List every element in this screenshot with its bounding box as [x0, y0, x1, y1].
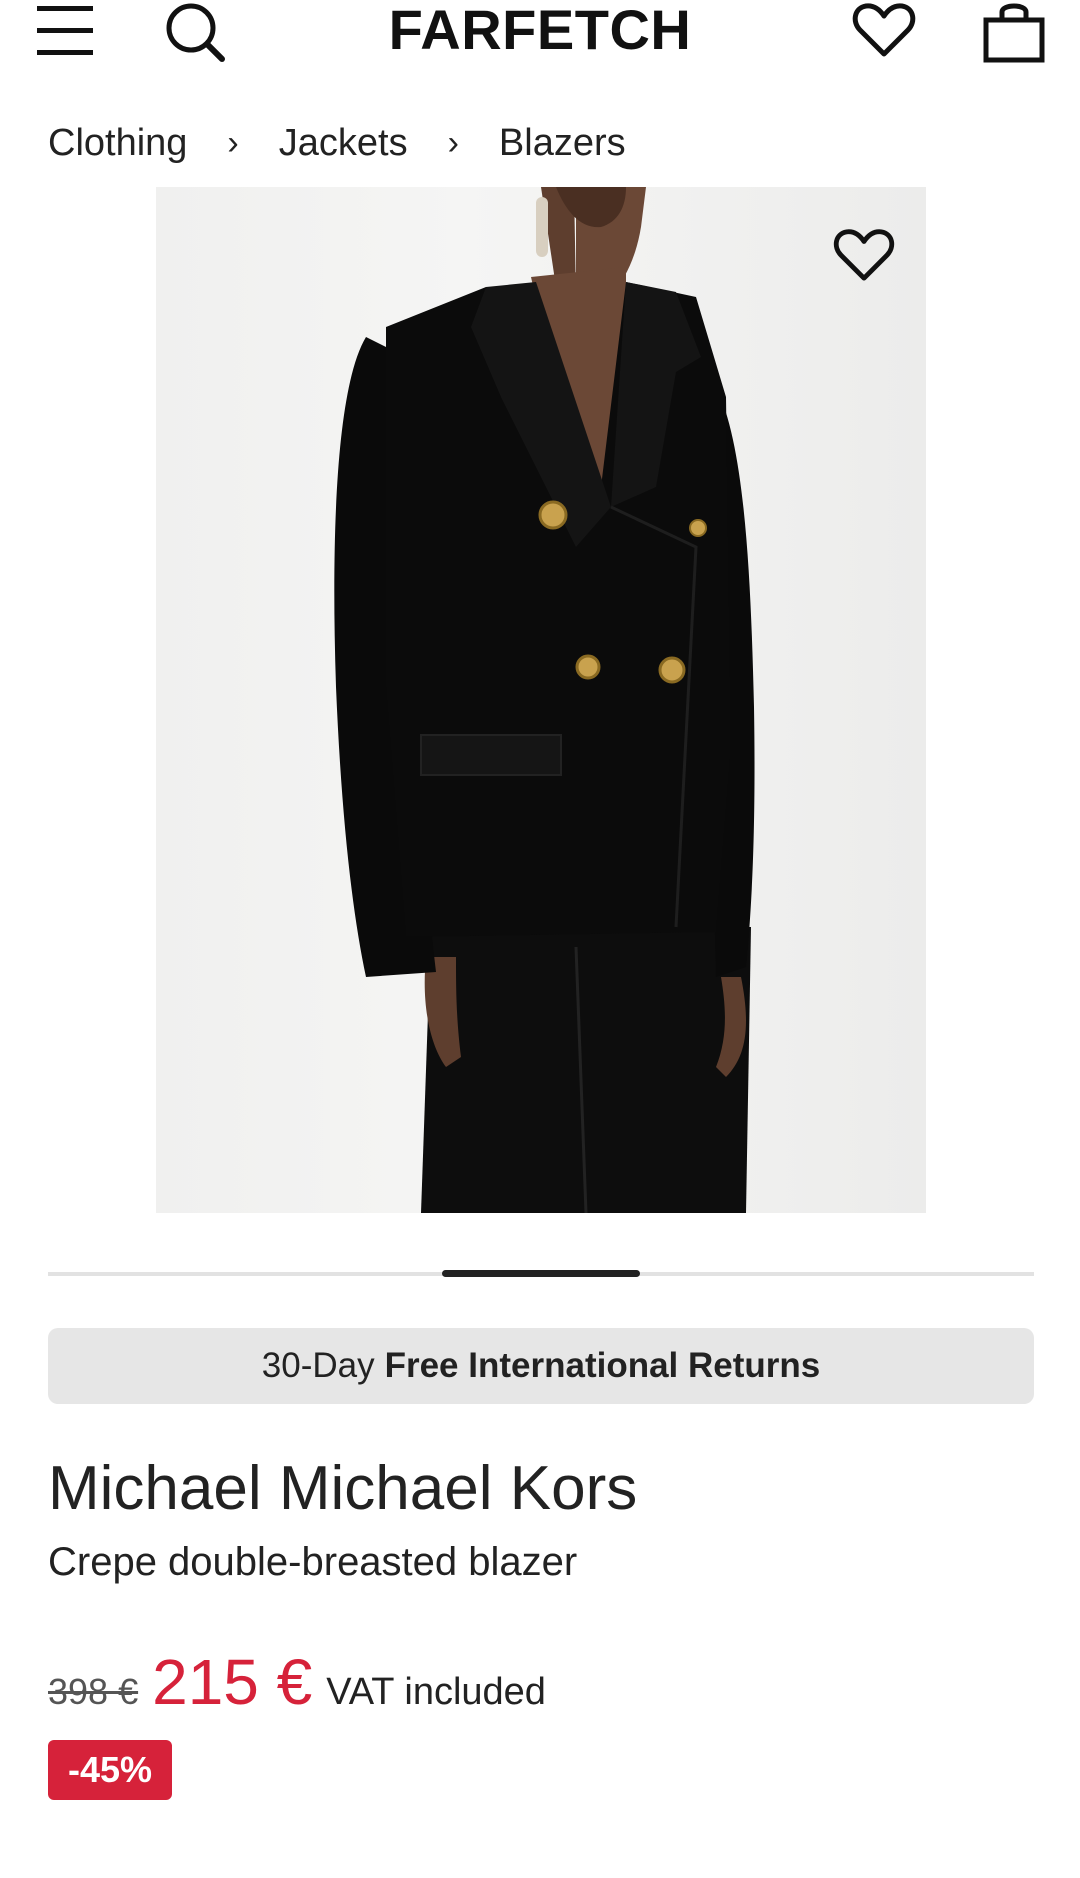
wishlist-toggle-button[interactable]	[827, 222, 901, 288]
product-image	[334, 187, 755, 1213]
wishlist-button[interactable]	[848, 0, 920, 60]
shopping-bag-icon	[983, 3, 1045, 63]
brand-logo[interactable]: FARFETCH	[340, 0, 740, 60]
heart-icon	[852, 3, 916, 57]
top-header: FARFETCH	[0, 0, 1080, 70]
breadcrumb-jackets[interactable]: Jackets	[279, 122, 408, 165]
breadcrumb-blazers[interactable]: Blazers	[499, 122, 626, 165]
vat-note: VAT included	[326, 1671, 546, 1713]
chevron-right-icon: ›	[447, 123, 459, 162]
product-name: Crepe double-breasted blazer	[48, 1540, 578, 1584]
discount-badge: -45%	[48, 1740, 172, 1800]
hamburger-menu-icon	[37, 6, 93, 55]
chevron-right-icon: ›	[227, 123, 239, 162]
breadcrumb: Clothing › Jackets › Blazers	[48, 118, 626, 168]
shopping-bag-button[interactable]	[978, 0, 1050, 64]
returns-highlight: Free International Returns	[384, 1346, 821, 1385]
returns-banner[interactable]: 30-Day Free International Returns	[48, 1328, 1034, 1404]
heart-icon	[833, 229, 895, 281]
product-image-gallery[interactable]	[156, 187, 926, 1213]
breadcrumb-clothing[interactable]: Clothing	[48, 122, 187, 165]
sale-price: 215 €	[152, 1646, 313, 1718]
gallery-progress-thumb[interactable]	[442, 1270, 640, 1277]
returns-prefix: 30-Day	[261, 1346, 375, 1385]
original-price: 398 €	[48, 1671, 139, 1712]
menu-button[interactable]	[34, 0, 96, 60]
price-row: 398 € 215 € VAT included	[48, 1645, 546, 1725]
search-icon	[166, 3, 225, 62]
search-button[interactable]	[160, 0, 232, 64]
product-brand[interactable]: Michael Michael Kors	[48, 1454, 637, 1523]
